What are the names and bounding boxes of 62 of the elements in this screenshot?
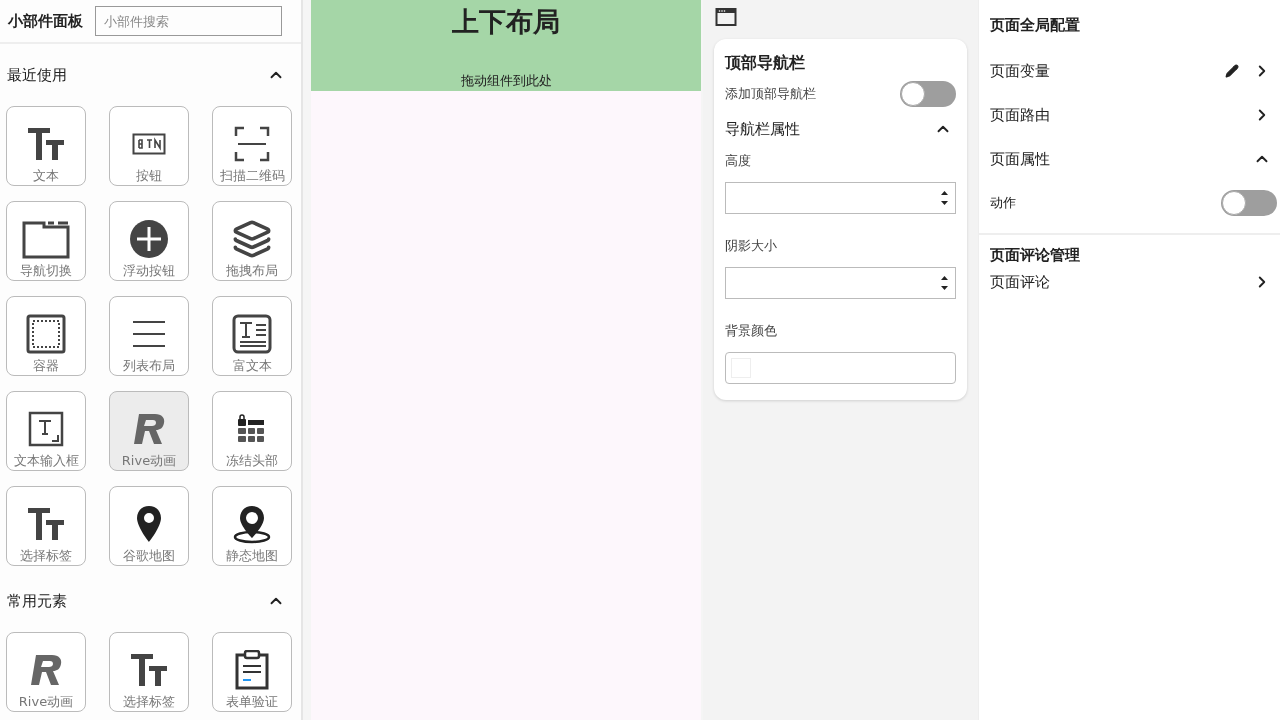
clipboard-icon [234, 649, 270, 690]
location-icon [232, 503, 272, 544]
button-icon [132, 132, 166, 155]
layers-icon [232, 218, 272, 259]
field-label: 高度 [725, 151, 752, 170]
rive-logo-icon [28, 652, 64, 687]
widget-tile[interactable]: 表单验证 [212, 632, 292, 712]
widget-tile[interactable]: 静态地图 [212, 486, 292, 566]
widget-tile[interactable]: 拖拽布局 [212, 201, 292, 281]
number-field[interactable] [725, 181, 956, 214]
toggle-switch[interactable] [1221, 190, 1277, 216]
widget-tile[interactable]: Rive动画 [6, 632, 86, 712]
field-label: 阴影大小 [725, 236, 778, 255]
group-title: 导航栏属性 [725, 119, 800, 140]
setting-label: 页面属性 [990, 148, 1050, 170]
widget-tile[interactable]: 选择标签 [109, 632, 189, 712]
widget-tile[interactable]: Rive动画 [109, 391, 189, 471]
setting-label: 页面路由 [990, 104, 1050, 126]
lines-icon [131, 319, 167, 348]
widget-tile[interactable]: 容器 [6, 296, 86, 376]
drop-hint: 拖动组件到此处 [460, 71, 552, 90]
text-size-icon [129, 651, 169, 688]
widget-tile[interactable]: 按钮 [109, 106, 189, 186]
widget-tile[interactable]: 富文本 [212, 296, 292, 376]
browser-window-icon [715, 7, 737, 27]
widget-tile[interactable]: 浮动按钮 [109, 201, 189, 281]
panel-title: 小部件面板 [8, 10, 83, 32]
scan-icon [234, 125, 270, 162]
text-size-icon [26, 125, 66, 162]
field-label: 背景颜色 [725, 321, 778, 340]
search-field[interactable]: 小部件搜索 [95, 6, 282, 36]
setting-label: 动作 [990, 194, 1016, 213]
widget-tile[interactable]: 列表布局 [109, 296, 189, 376]
widget-tile[interactable]: 选择标签 [6, 486, 86, 566]
section-title: 常用元素 [7, 590, 67, 612]
widget-tile[interactable]: 文本输入框 [6, 391, 86, 471]
section-title: 页面评论管理 [989, 245, 1081, 266]
map-pin-icon [136, 504, 162, 543]
plus-circle-icon [129, 218, 169, 259]
section-title: 最近使用 [7, 64, 67, 86]
text-size-icon [26, 505, 66, 542]
stepper-arrows-icon [940, 188, 949, 207]
widget-tile[interactable]: 冻结头部 [212, 391, 292, 471]
text-field-icon [28, 410, 64, 447]
container-icon [26, 313, 66, 354]
setting-label: 页面评论 [990, 271, 1050, 293]
rive-logo-icon [131, 411, 167, 446]
setting-label: 页面变量 [990, 60, 1050, 82]
widget-tile[interactable]: 谷歌地图 [109, 486, 189, 566]
number-field[interactable] [725, 266, 956, 299]
toggle-label: 添加顶部导航栏 [725, 85, 816, 104]
panel-title: 页面全局配置 [989, 15, 1081, 36]
layout-title: 上下布局 [452, 5, 560, 39]
widget-tile[interactable]: 扫描二维码 [212, 106, 292, 186]
color-field[interactable] [725, 351, 956, 384]
stepper-arrows-icon [940, 273, 949, 292]
edit-icon[interactable] [1225, 64, 1239, 78]
toggle-switch[interactable] [900, 81, 956, 107]
widget-tile[interactable]: 导航切换 [6, 201, 86, 281]
rich-text-icon [232, 313, 272, 354]
card-title: 顶部导航栏 [725, 52, 806, 74]
widget-tile[interactable]: 文本 [6, 106, 86, 186]
